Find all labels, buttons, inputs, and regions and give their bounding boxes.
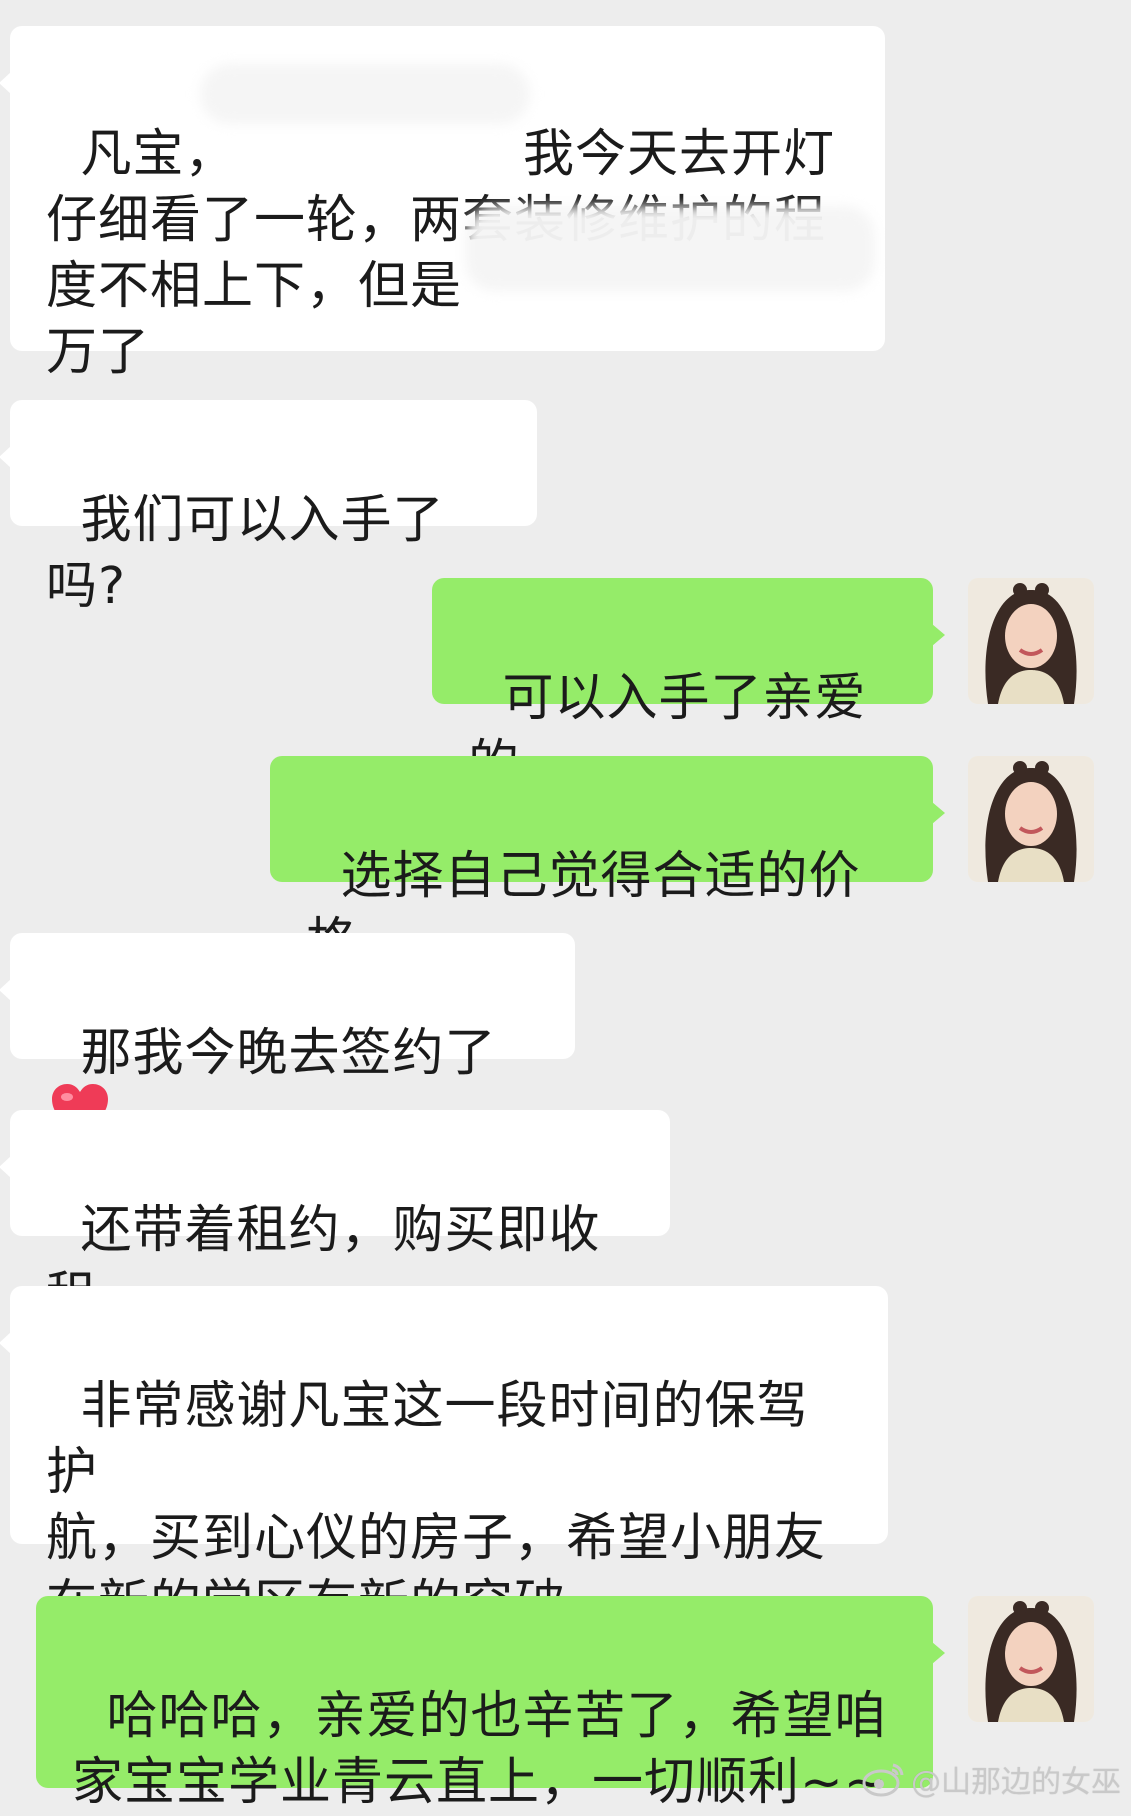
avatar-icon [968, 578, 1094, 704]
message-bubble-incoming[interactable]: 凡宝， 我今天去开灯 仔细看了一轮，两套装修维护的程 度不相上下，但是 万了 [0, 26, 885, 382]
message-bubble-outgoing[interactable]: 选择自己觉得合适的价格 [270, 756, 945, 972]
watermark-text: @山那边的女巫 [911, 1765, 1121, 1800]
watermark: @山那边的女巫 [861, 1757, 1121, 1801]
message-bubble-incoming[interactable]: 那我今晚去签约了 [0, 933, 575, 1135]
user-avatar[interactable] [968, 756, 1094, 882]
message-bubble-incoming[interactable]: 非常感谢凡宝这一段时间的保驾护 航，买到心仪的房子，希望小朋友 在新的学区有新的… [0, 1286, 888, 1634]
user-avatar[interactable] [968, 1596, 1094, 1722]
message-bubble-outgoing[interactable]: 哈哈哈，亲爱的也辛苦了，希望咱 家宝宝学业青云直上，一切顺利~~ [36, 1596, 945, 1812]
avatar-icon [968, 756, 1094, 882]
redaction-blur [465, 206, 875, 291]
message-text: 我们可以入手了吗? [46, 491, 445, 616]
redaction-blur [200, 64, 530, 124]
message-text: 哈哈哈，亲爱的也辛苦了，希望咱 家宝宝学业青云直上，一切顺利~~ [72, 1687, 888, 1812]
message-bubble-incoming[interactable]: 还带着租约，购买即收租 [0, 1110, 670, 1326]
message-text: 那我今晚去签约了 [80, 1024, 497, 1083]
avatar-icon [968, 1596, 1094, 1722]
user-avatar[interactable] [968, 578, 1094, 704]
weibo-logo-icon [862, 1763, 904, 1797]
message-bubble-incoming[interactable]: 我们可以入手了吗? [0, 400, 537, 616]
message-bubble-outgoing[interactable]: 可以入手了亲爱的 [432, 578, 945, 794]
